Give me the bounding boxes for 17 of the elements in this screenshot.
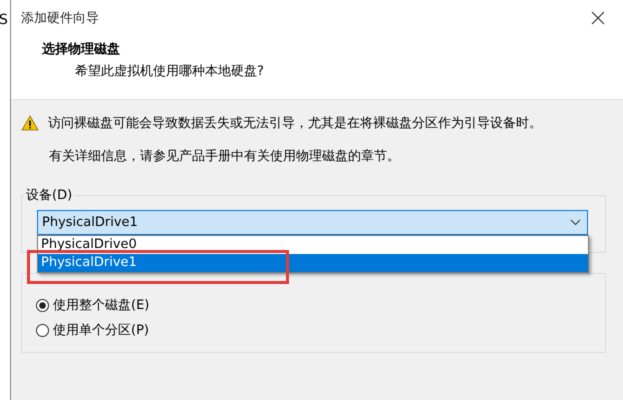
dropdown-option[interactable]: PhysicalDrive1 bbox=[38, 254, 588, 272]
group-label: 设备(D) bbox=[24, 186, 74, 204]
page-subtitle: 希望此虚拟机使用哪种本地硬盘? bbox=[75, 63, 265, 80]
dropdown-option[interactable]: PhysicalDrive0 bbox=[38, 236, 588, 254]
caret-icon bbox=[570, 219, 581, 226]
radio-icon[interactable] bbox=[36, 324, 49, 336]
info-text: 有关详细信息，请参见产品手册中有关使用物理磁盘的章节。 bbox=[49, 148, 401, 165]
warning-text: 访问裸磁盘可能会导致数据丢失或无法引导，尤其是在将裸磁盘分区作为引导设备时。 bbox=[48, 115, 542, 132]
warning-icon bbox=[21, 115, 39, 131]
device-dropdown[interactable]: PhysicalDrive1 bbox=[37, 210, 588, 235]
background-window-text: S bbox=[0, 12, 9, 28]
radio-icon[interactable] bbox=[36, 298, 49, 312]
radio-option[interactable]: 使用整个磁盘(E) bbox=[36, 296, 605, 314]
window-title: 添加硬件向导 bbox=[21, 10, 99, 27]
close-icon[interactable] bbox=[591, 11, 605, 25]
page-title: 选择物理磁盘 bbox=[42, 41, 121, 58]
radio-option[interactable]: 使用单个分区(P) bbox=[36, 321, 605, 339]
